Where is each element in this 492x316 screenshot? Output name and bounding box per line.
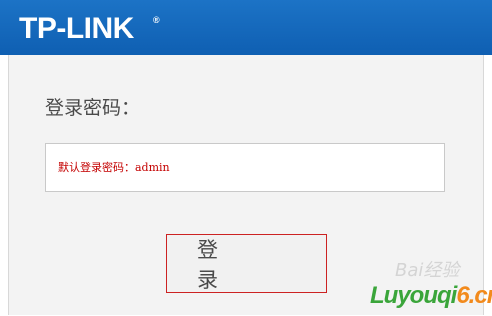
baidu-watermark: Bai经验	[395, 260, 460, 281]
site-watermark: Luyouqi6.cn	[370, 282, 492, 310]
site-watermark-part1: Luyouqi	[370, 282, 457, 309]
site-watermark-part2: 6.cn	[456, 282, 492, 309]
password-input[interactable]: 默认登录密码：admin	[45, 143, 445, 192]
brand-logo: TP-LINK	[19, 12, 134, 45]
password-placeholder: 默认登录密码：admin	[58, 161, 170, 174]
password-label: 登录密码：	[45, 97, 141, 119]
login-button-label: 登 录	[197, 237, 248, 292]
login-button[interactable]: 登 录	[166, 234, 327, 293]
header-bar: TP-LINK ®	[0, 0, 492, 55]
registered-mark: ®	[153, 15, 160, 25]
